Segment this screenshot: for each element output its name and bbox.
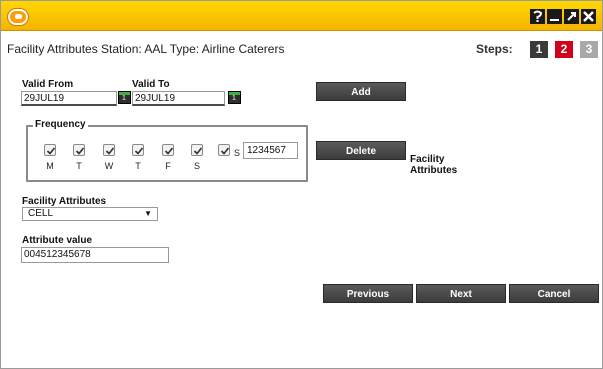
frequency-checkbox-fri[interactable]: [162, 144, 174, 156]
day-label-sat: S: [193, 161, 200, 171]
valid-from-calendar-icon[interactable]: [118, 91, 131, 104]
step-1-indicator[interactable]: 1: [530, 41, 548, 58]
frequency-checkbox-sun[interactable]: [218, 144, 230, 156]
valid-to-label: Valid To: [132, 79, 170, 90]
day-label-sun: S: [233, 148, 240, 158]
help-icon[interactable]: [530, 9, 545, 24]
valid-to-input[interactable]: 29JUL19: [132, 91, 225, 106]
close-icon[interactable]: [581, 9, 596, 24]
cancel-button[interactable]: Cancel: [509, 284, 599, 303]
facility-attributes-label: Facility Attributes: [22, 196, 107, 207]
previous-button[interactable]: Previous: [323, 284, 413, 303]
maximize-icon[interactable]: [564, 9, 579, 24]
frequency-checkbox-sat[interactable]: [191, 144, 203, 156]
facility-attributes-side-label: Facility Attributes: [410, 154, 458, 176]
day-label-fri: F: [165, 161, 171, 171]
step-3-indicator[interactable]: 3: [580, 41, 598, 58]
valid-to-calendar-icon[interactable]: [228, 91, 241, 104]
minimize-icon[interactable]: [547, 9, 562, 24]
frequency-input[interactable]: 1234567: [243, 142, 298, 159]
window-controls: [530, 9, 596, 24]
day-label-mon: M: [46, 161, 54, 171]
app-logo-icon: [8, 9, 28, 25]
steps-label: Steps:: [476, 42, 513, 56]
frequency-checkbox-mon[interactable]: [44, 144, 56, 156]
frequency-checkbox-wed[interactable]: [103, 144, 115, 156]
page-title: Facility Attributes Station: AAL Type: A…: [7, 42, 285, 56]
next-button[interactable]: Next: [416, 284, 506, 303]
frequency-checkbox-tue[interactable]: [73, 144, 85, 156]
attribute-value-input[interactable]: 004512345678: [21, 247, 169, 263]
facility-attributes-select[interactable]: CELL ▼: [22, 207, 158, 221]
facility-attributes-selected: CELL: [28, 208, 54, 219]
chevron-down-icon: ▼: [144, 209, 152, 218]
add-button[interactable]: Add: [316, 82, 406, 101]
frequency-legend: Frequency: [33, 119, 88, 130]
day-label-thu: T: [135, 161, 141, 171]
day-label-wed: W: [104, 161, 114, 171]
valid-from-label: Valid From: [22, 79, 74, 90]
day-label-tue: T: [76, 161, 82, 171]
facility-attributes-window: Facility Attributes Station: AAL Type: A…: [0, 0, 603, 369]
attribute-value-label: Attribute value: [22, 235, 93, 246]
frequency-checkbox-thu[interactable]: [132, 144, 144, 156]
step-2-indicator[interactable]: 2: [555, 41, 573, 58]
title-bar[interactable]: [1, 1, 602, 31]
valid-from-input[interactable]: 29JUL19: [21, 91, 117, 106]
delete-button[interactable]: Delete: [316, 141, 406, 160]
